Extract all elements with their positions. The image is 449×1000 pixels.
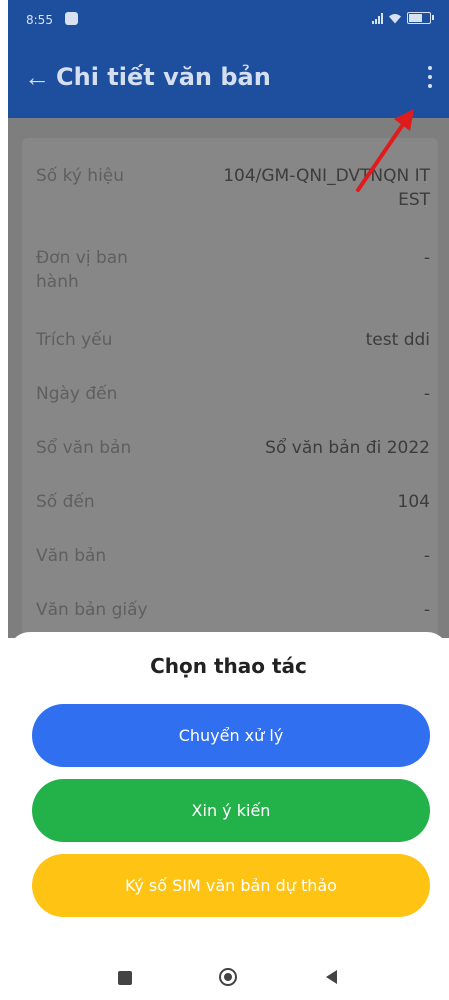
battery-icon [407,12,434,24]
detail-value: 104 [397,492,430,512]
detail-label: Văn bản giấy [36,600,148,620]
phone-screen: 8:55 ← Chi tiết văn bản Số ký hiệu 104/G… [8,0,449,1000]
action-bottom-sheet: Chọn thao tác Chuyển xử lý Xin ý kiến Ký… [8,632,449,950]
detail-value: - [423,600,430,620]
detail-value: 104/GM-QNI_DVTNQN ITEST [223,166,430,210]
forward-processing-button[interactable]: Chuyển xử lý [32,704,430,767]
detail-label: Sổ văn bản [36,438,132,458]
detail-value: test ddi [365,330,430,350]
system-nav-bar [8,950,449,1000]
request-opinion-button[interactable]: Xin ý kiến [32,779,430,842]
page-title: Chi tiết văn bản [56,63,271,91]
content-overlay: Số ký hiệu 104/GM-QNI_DVTNQN ITEST Đơn v… [8,118,449,658]
status-time: 8:55 [26,13,53,27]
wifi-icon [389,13,401,23]
sheet-title: Chọn thao tác [150,654,307,678]
back-arrow-icon[interactable]: ← [24,62,50,92]
home-icon[interactable] [219,968,237,986]
app-bar: ← Chi tiết văn bản [8,40,449,118]
detail-label: Ngày đến [36,384,118,404]
document-details-card: Số ký hiệu 104/GM-QNI_DVTNQN ITEST Đơn v… [22,138,438,658]
detail-label: Số đến [36,492,95,512]
app-notification-icon [65,12,78,25]
detail-value: - [423,248,430,268]
detail-label: Văn bản [36,546,107,566]
sim-sign-draft-button[interactable]: Ký số SIM văn bản dự thảo [32,854,430,917]
detail-label: Số ký hiệu [36,166,125,186]
more-options-icon[interactable] [427,66,433,90]
detail-label: Đơn vị ban hành [36,248,128,292]
detail-label: Trích yếu [36,330,113,350]
nav-back-icon[interactable] [326,970,337,984]
detail-value: - [423,384,430,404]
detail-value: Sổ văn bản đi 2022 [265,438,430,458]
recent-apps-icon[interactable] [118,971,132,985]
signal-icon [372,12,383,24]
status-bar: 8:55 [8,0,449,40]
detail-value: - [423,546,430,566]
status-icons [372,12,434,24]
